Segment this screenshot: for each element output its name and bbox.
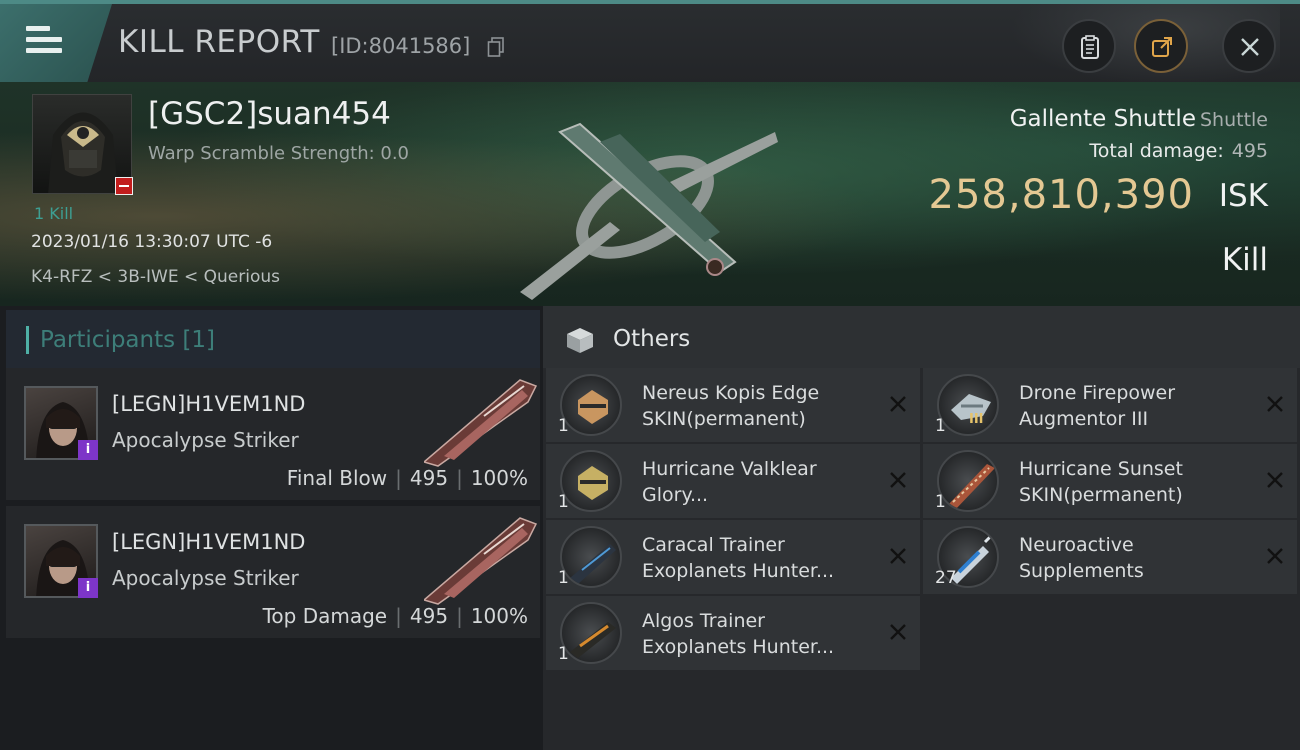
kill-datetime: 2023/01/16 13:30:07 UTC -6 — [31, 232, 273, 252]
ship-thumbnail-icon[interactable] — [424, 514, 539, 606]
participant-row[interactable]: i [LEGN]H1VEM1ND Apocalypse Striker Fina… — [6, 368, 540, 502]
shuttle-ship-icon[interactable] — [520, 112, 790, 302]
warp-scramble-strength: Warp Scramble Strength: 0.0 — [148, 143, 410, 164]
victim-panel: [GSC2]suan454 Warp Scramble Strength: 0.… — [0, 82, 1300, 306]
participant-role: Top Damage — [262, 604, 388, 628]
item-quantity: 1 — [558, 416, 569, 436]
cube-icon — [567, 328, 593, 353]
copy-icon[interactable] — [487, 37, 505, 57]
ship-class-label: Shuttle — [1199, 109, 1268, 131]
item-name: Algos Trainer Exoplanets Hunter... — [642, 610, 835, 658]
menu-button[interactable] — [0, 4, 112, 82]
report-id: [ID:8041586] — [331, 34, 471, 58]
total-damage-value: 495 — [1231, 140, 1268, 162]
participant-ship[interactable]: Apocalypse Striker — [112, 428, 299, 452]
item-quantity: 1 — [558, 492, 569, 512]
ship-name-label: Gallente Shuttle — [1009, 106, 1196, 132]
others-panel: Others 1 Nereus Kopis Edge SKIN(permanent… — [543, 306, 1300, 750]
victim-ship-name[interactable]: Gallente Shuttle Shuttle — [1010, 106, 1268, 132]
item-quantity: 1 — [558, 568, 569, 588]
page-title: KILL REPORT — [118, 24, 320, 60]
others-title: Others — [613, 326, 691, 352]
ship-skin-icon — [560, 526, 622, 588]
participant-role: Final Blow — [286, 466, 388, 490]
participant-stats: Final Blow | 495 | 100% — [286, 466, 528, 490]
total-damage-label: Total damage: — [1089, 140, 1224, 162]
close-icon[interactable] — [1265, 546, 1285, 566]
isk-unit: ISK — [1218, 178, 1268, 214]
item-quantity: 1 — [935, 492, 946, 512]
dropped-item[interactable]: 27 Neuroactive Supplements — [923, 520, 1297, 594]
close-icon[interactable] — [888, 470, 908, 490]
share-icon — [1152, 37, 1172, 57]
participant-percent: 100% — [470, 604, 528, 628]
close-button[interactable] — [1222, 19, 1276, 73]
ship-skin-icon — [560, 602, 622, 664]
participant-stats: Top Damage | 495 | 100% — [262, 604, 528, 628]
hamburger-icon — [26, 26, 62, 56]
participant-row[interactable]: i [LEGN]H1VEM1ND Apocalypse Striker Top … — [6, 506, 540, 640]
dropped-item[interactable]: 1 Hurricane Sunset SKIN(permanent) — [923, 444, 1297, 518]
participants-header: Participants [1] — [6, 310, 540, 368]
skin-icon — [560, 450, 622, 512]
item-name: Drone Firepower Augmentor III — [1019, 382, 1176, 430]
participants-panel: Participants [1] i [LEGN]H1VEM1ND Apocal… — [0, 306, 540, 750]
dropped-item[interactable]: 1 Hurricane Valklear Glory... — [546, 444, 920, 518]
ship-skin-icon — [937, 450, 999, 512]
item-name: Hurricane Valklear Glory... — [642, 458, 817, 506]
dropped-item[interactable]: 1 Nereus Kopis Edge SKIN(permanent) — [546, 368, 920, 442]
kill-location[interactable]: K4-RFZ < 3B-IWE < Querious — [31, 267, 280, 287]
item-name: Neuroactive Supplements — [1019, 534, 1144, 582]
total-damage: Total damage: 495 — [1089, 140, 1268, 162]
dropped-item[interactable]: 1 Caracal Trainer Exoplanets Hunter... — [546, 520, 920, 594]
close-icon[interactable] — [888, 546, 908, 566]
close-icon[interactable] — [888, 394, 908, 414]
ship-thumbnail-icon[interactable] — [424, 376, 539, 468]
participant-ship[interactable]: Apocalypse Striker — [112, 566, 299, 590]
dropped-item[interactable]: III 1 Drone Firepower Augmentor III — [923, 368, 1297, 442]
participant-damage: 495 — [409, 466, 449, 490]
participant-damage: 495 — [409, 604, 449, 628]
close-icon — [1241, 38, 1259, 56]
close-icon[interactable] — [1265, 470, 1285, 490]
clipboard-button[interactable] — [1062, 19, 1116, 73]
dropped-item[interactable]: 1 Algos Trainer Exoplanets Hunter... — [546, 596, 920, 670]
close-icon[interactable] — [1265, 394, 1285, 414]
participants-title: Participants [1] — [40, 327, 215, 353]
others-header: Others — [543, 306, 1300, 368]
participant-name[interactable]: [LEGN]H1VEM1ND — [112, 392, 305, 416]
item-name: Nereus Kopis Edge SKIN(permanent) — [642, 382, 820, 430]
close-icon[interactable] — [888, 622, 908, 642]
corp-badge: i — [78, 440, 98, 460]
item-name: Caracal Trainer Exoplanets Hunter... — [642, 534, 835, 582]
item-quantity: 27 — [935, 568, 957, 588]
clipboard-icon — [1081, 35, 1099, 59]
status-badge — [115, 177, 133, 195]
corp-badge: i — [78, 578, 98, 598]
skin-icon — [560, 374, 622, 436]
participant-name[interactable]: [LEGN]H1VEM1ND — [112, 530, 305, 554]
item-name: Hurricane Sunset SKIN(permanent) — [1019, 458, 1183, 506]
participant-percent: 100% — [470, 466, 528, 490]
tier-badge: III — [969, 412, 984, 427]
kills-link[interactable]: 1 Kill — [34, 204, 73, 223]
isk-value: 258,810,390 — [928, 172, 1194, 218]
share-button[interactable] — [1134, 19, 1188, 73]
kill-type: Kill — [1221, 242, 1268, 278]
item-quantity: 1 — [935, 416, 946, 436]
victim-name[interactable]: [GSC2]suan454 — [148, 96, 391, 132]
drone-augmentor-icon — [937, 374, 999, 436]
header-bar: KILL REPORT [ID:8041586] — [0, 0, 1300, 86]
item-quantity: 1 — [558, 644, 569, 664]
